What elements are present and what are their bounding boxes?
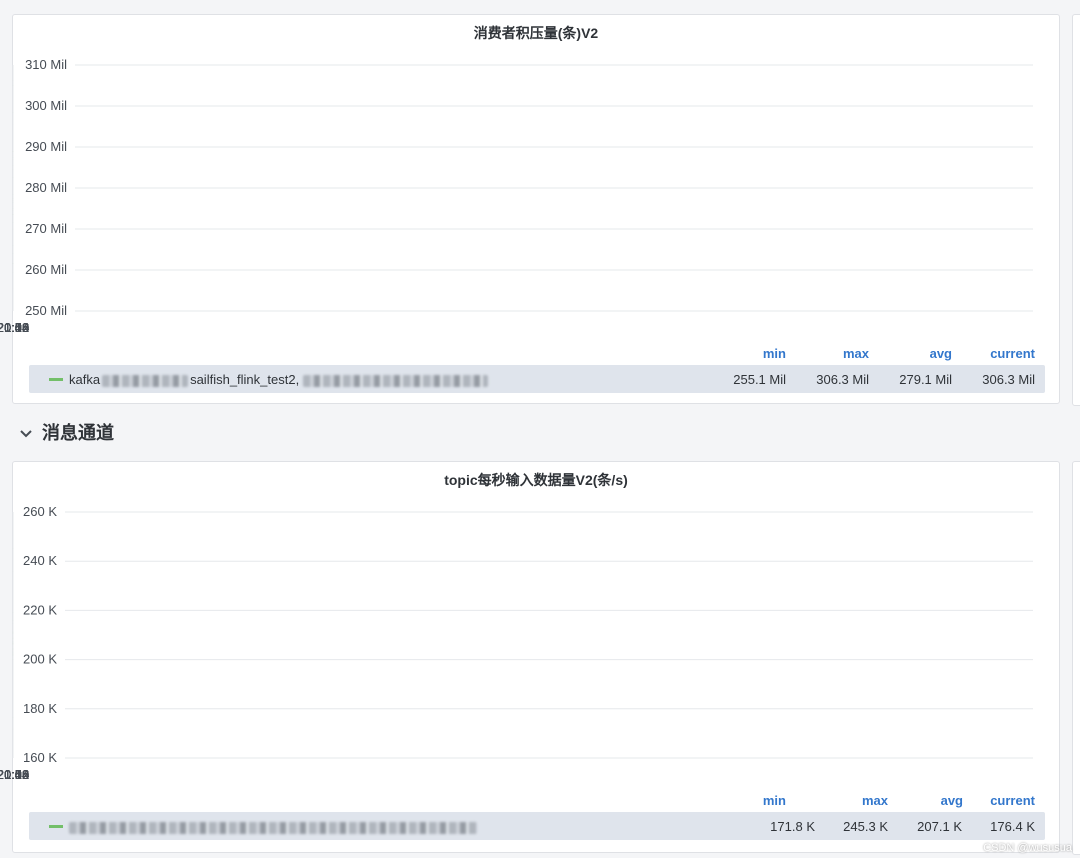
legend-row[interactable]: kafka sailfish_flink_test2, 255.1 Mil 306…: [29, 365, 1045, 393]
legend-avg-value: 207.1 K: [917, 819, 962, 834]
series-color-swatch: [49, 825, 63, 828]
x-tick-label: 21:14: [0, 767, 29, 782]
legend-avg-header[interactable]: avg: [882, 346, 952, 361]
y-tick-label: 310 Mil: [25, 57, 67, 72]
backlog-chart: 250 Mil 260 Mil 270 Mil 280 Mil 290 Mil 300 M…: [0, 15, 1033, 335]
row-header-message-channel[interactable]: 消息通道: [20, 419, 114, 445]
series-name-topic: sailfish_flink_test2,: [190, 372, 300, 387]
x-tick-label: 21:14: [0, 320, 29, 335]
legend-current-header[interactable]: current: [965, 346, 1035, 361]
legend-header: min max avg current: [13, 346, 1061, 364]
redacted-text: [102, 374, 189, 387]
adjacent-panel-edge: [1072, 14, 1080, 406]
legend-max-value: 245.3 K: [843, 819, 888, 834]
chevron-down-icon[interactable]: [20, 423, 32, 444]
y-tick-label: 290 Mil: [25, 139, 67, 154]
input-rate-chart: 160 K180 K200 K220 K240 K260 K20:4620:48…: [0, 462, 1033, 782]
series-name-prefix: kafka: [69, 372, 101, 387]
series-name[interactable]: [69, 819, 477, 834]
y-tick-label: 160 K: [23, 750, 57, 765]
y-tick-label: 220 K: [23, 602, 57, 617]
y-tick-label: 280 Mil: [25, 180, 67, 195]
y-tick-label: 240 K: [23, 553, 57, 568]
legend-avg-value: 279.1 Mil: [899, 372, 952, 387]
legend-min-value: 171.8 K: [770, 819, 815, 834]
legend-min-header[interactable]: min: [716, 793, 786, 808]
legend-max-header[interactable]: max: [799, 346, 869, 361]
legend-header: min max avg current: [13, 793, 1061, 811]
y-tick-label: 270 Mil: [25, 221, 67, 236]
legend-current-value: 176.4 K: [990, 819, 1035, 834]
legend-min-header[interactable]: min: [716, 346, 786, 361]
legend-avg-header[interactable]: avg: [893, 793, 963, 808]
y-tick-label: 260 K: [23, 504, 57, 519]
legend-max-value: 306.3 Mil: [816, 372, 869, 387]
watermark: CSDN @wususua: [983, 842, 1072, 854]
legend-current-header[interactable]: current: [965, 793, 1035, 808]
legend-current-value: 306.3 Mil: [982, 372, 1035, 387]
redacted-text: [303, 374, 489, 387]
section-title: 消息通道: [42, 423, 114, 443]
y-tick-label: 300 Mil: [25, 98, 67, 113]
series-color-swatch: [49, 378, 63, 381]
y-tick-label: 250 Mil: [25, 303, 67, 318]
input-rate-panel: topic每秒输入数据量V2(条/s) 160 K 180 K 200 K 220 K…: [0, 461, 1061, 853]
y-tick-label: 180 K: [23, 701, 57, 716]
series-name[interactable]: kafka sailfish_flink_test2,: [69, 372, 489, 387]
adjacent-panel-edge: [1072, 461, 1080, 855]
legend-row[interactable]: 171.8 K 245.3 K 207.1 K 176.4 K: [29, 812, 1045, 840]
redacted-text: [69, 821, 477, 834]
y-tick-label: 200 K: [23, 652, 57, 667]
backlog-panel: 消费者积压量(条)V2 250 Mil 260 Mil 270 Mil 280 Mil…: [0, 14, 1061, 404]
y-tick-label: 260 Mil: [25, 262, 67, 277]
legend-max-header[interactable]: max: [818, 793, 888, 808]
legend-min-value: 255.1 Mil: [733, 372, 786, 387]
